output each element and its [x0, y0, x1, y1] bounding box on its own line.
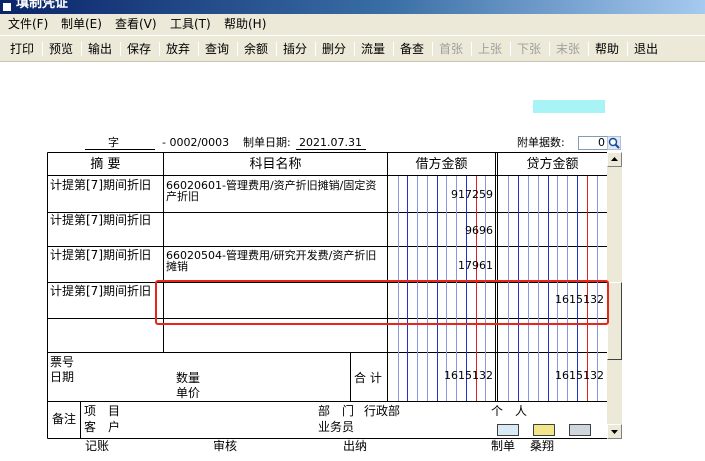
ticket-label: 票号 [50, 355, 75, 369]
remark-label: 备注 [52, 412, 77, 426]
last-button[interactable]: 末张 [552, 40, 584, 58]
delete-entry-button[interactable]: 删分 [318, 40, 350, 58]
scroll-down-arrow[interactable] [607, 424, 622, 439]
attachment-label: 附单据数: [517, 136, 565, 149]
attachment-count-input[interactable]: 0 [578, 136, 608, 150]
app-icon [2, 2, 12, 12]
summary-cell[interactable]: 计提第[7]期间折旧 [50, 214, 151, 227]
debit-amount[interactable]: 9696 [388, 225, 493, 237]
scroll-up-arrow[interactable] [607, 152, 622, 167]
selected-row-highlight [155, 280, 609, 325]
next-button[interactable]: 下张 [513, 40, 545, 58]
memo-button[interactable]: 备查 [396, 40, 428, 58]
salesman-label: 业务员 [318, 420, 355, 434]
query-button[interactable]: 查询 [201, 40, 233, 58]
debit-amount[interactable]: 917259 [388, 189, 493, 201]
highlight-field [533, 100, 605, 113]
insert-entry-button[interactable]: 插分 [279, 40, 311, 58]
menu-file[interactable]: 文件(F) [8, 17, 48, 31]
exit-button[interactable]: 退出 [630, 40, 662, 58]
department-label: 部 门 [318, 404, 355, 418]
maker-label: 制单 [491, 439, 516, 453]
voucher-grid [47, 152, 608, 439]
customer-label: 客 户 [84, 420, 121, 434]
menu-bar: 文件(F) 制单(E) 查看(V) 工具(T) 帮助(H) [0, 14, 705, 35]
price-label: 单价 [176, 386, 201, 400]
total-debit: 1615132 [444, 369, 493, 382]
balance-button[interactable]: 余额 [240, 40, 272, 58]
account-cell[interactable]: 66020601-管理费用/资产折旧摊销/固定资产折旧 [166, 180, 386, 202]
voucher-type-field[interactable] [85, 149, 155, 150]
scroll-thumb[interactable] [607, 282, 622, 360]
toolbar: 打印 预览 输出 保存 放弃 查询 余额 插分 删分 流量 备查 首张 上张 下… [0, 36, 705, 62]
quantity-label: 数量 [176, 371, 201, 385]
credit-header: 贷方金额 [526, 157, 579, 172]
bookkeeping-label: 记账 [85, 439, 110, 453]
summary-header: 摘 要 [90, 157, 121, 172]
summary-cell[interactable]: 计提第[7]期间折旧 [50, 285, 151, 298]
note-icon[interactable] [497, 424, 519, 436]
date-label: 制单日期: [243, 136, 291, 149]
summary-cell[interactable]: 计提第[7]期间折旧 [50, 249, 151, 262]
audit-label: 审核 [213, 439, 238, 453]
total-credit: 1615132 [555, 369, 604, 382]
voucher-number: - 0002/0003 [162, 136, 230, 149]
menu-tools[interactable]: 工具(T) [170, 17, 211, 31]
cashflow-button[interactable]: 流量 [357, 40, 389, 58]
first-button[interactable]: 首张 [435, 40, 467, 58]
print-button[interactable]: 打印 [6, 40, 38, 58]
maker-name: 桑翔 [530, 439, 555, 453]
date-underline [296, 149, 366, 150]
search-icon[interactable] [607, 136, 621, 150]
debit-amount[interactable]: 17961 [388, 260, 493, 272]
date-row-label: 日期 [50, 370, 75, 384]
department-value[interactable]: 行政部 [364, 405, 400, 418]
project-label: 项 目 [84, 404, 121, 418]
discard-button[interactable]: 放弃 [162, 40, 194, 58]
arrow-up-icon [611, 157, 618, 161]
export-button[interactable]: 输出 [84, 40, 116, 58]
card-icon[interactable] [533, 424, 555, 436]
preview-button[interactable]: 预览 [45, 40, 77, 58]
account-header: 科目名称 [249, 157, 302, 172]
debit-header: 借方金额 [415, 157, 468, 172]
prev-button[interactable]: 上张 [474, 40, 506, 58]
account-cell[interactable]: 66020504-管理费用/研究开发费/资产折旧摊销 [166, 250, 386, 272]
voucher-type-label: 字 [108, 136, 119, 149]
person-label: 个 人 [491, 404, 528, 418]
voucher-date[interactable]: 2021.07.31 [299, 137, 362, 149]
help-button[interactable]: 帮助 [591, 40, 623, 58]
summary-cell[interactable]: 计提第[7]期间折旧 [50, 179, 151, 192]
calculator-icon[interactable] [569, 424, 591, 436]
vertical-scrollbar[interactable] [607, 152, 622, 439]
menu-voucher[interactable]: 制单(E) [61, 17, 102, 31]
menu-view[interactable]: 查看(V) [115, 17, 157, 31]
save-button[interactable]: 保存 [123, 40, 155, 58]
title-bar: 填制凭证 [0, 0, 705, 14]
total-label: 合 计 [354, 371, 382, 385]
cashier-label: 出纳 [343, 439, 368, 453]
window-title: 填制凭证 [16, 0, 69, 11]
arrow-down-icon [611, 430, 618, 434]
menu-help[interactable]: 帮助(H) [224, 17, 266, 31]
